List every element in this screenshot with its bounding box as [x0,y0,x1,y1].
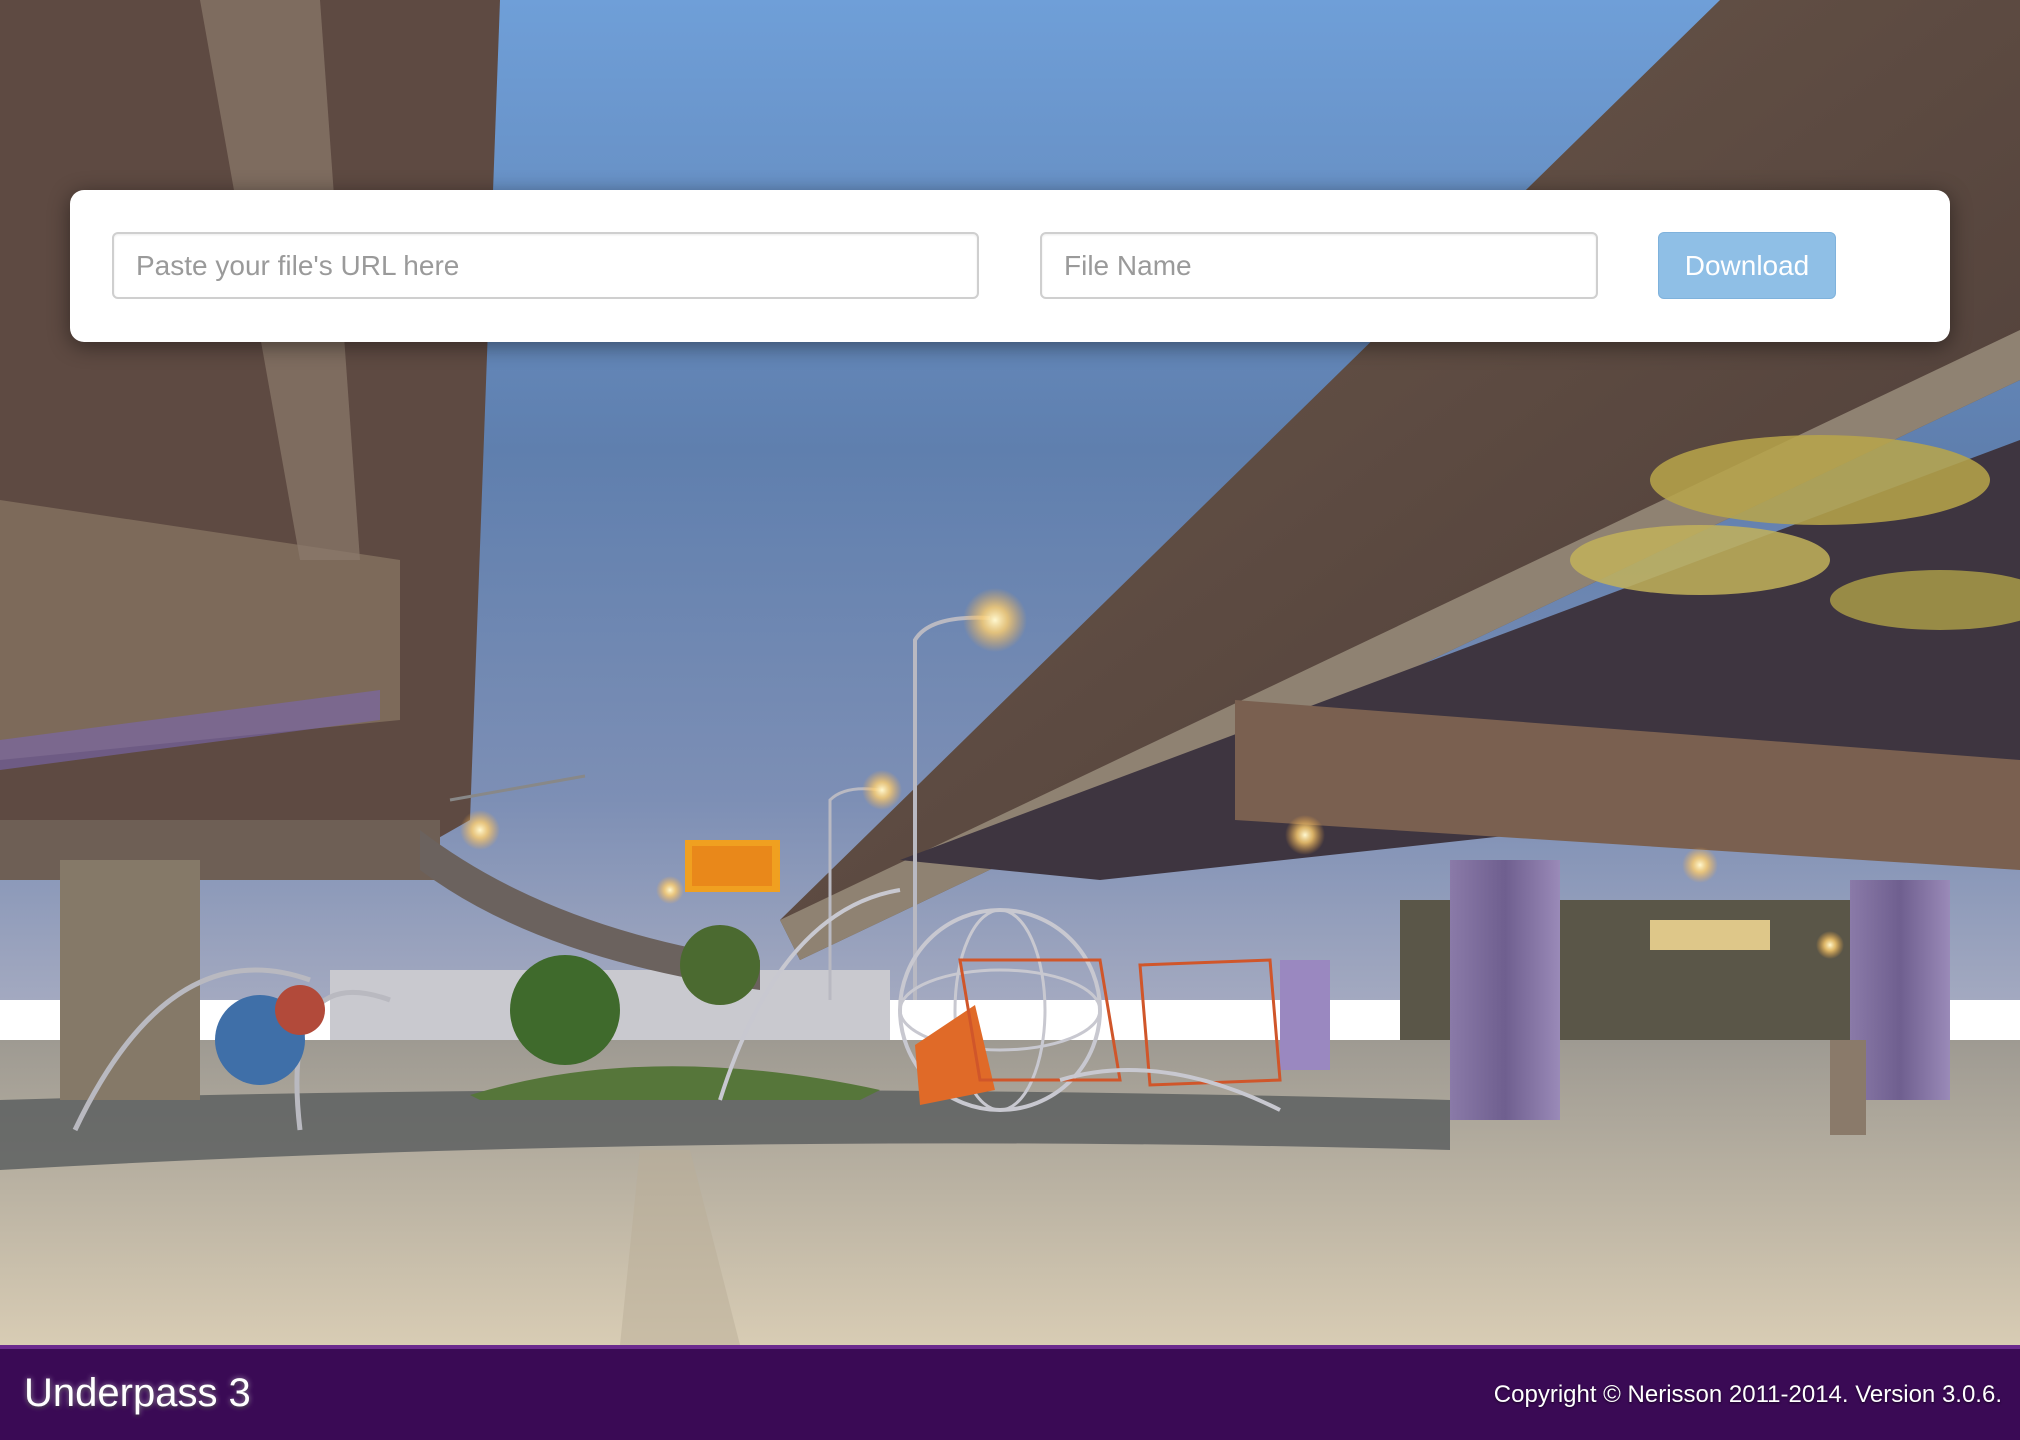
download-panel: Download [70,190,1950,342]
url-input[interactable] [112,232,979,299]
copyright-text: Copyright © Nerisson 2011-2014. Version … [1493,1381,2002,1408]
file-name-input[interactable] [1040,232,1598,299]
app-window: Download Underpass 3 Copyright © Nerisso… [0,0,2020,1440]
download-button[interactable]: Download [1658,232,1836,299]
app-title: Underpass 3 [24,1371,251,1415]
footer-bar: Underpass 3 Copyright © Nerisson 2011-20… [0,1345,2020,1440]
